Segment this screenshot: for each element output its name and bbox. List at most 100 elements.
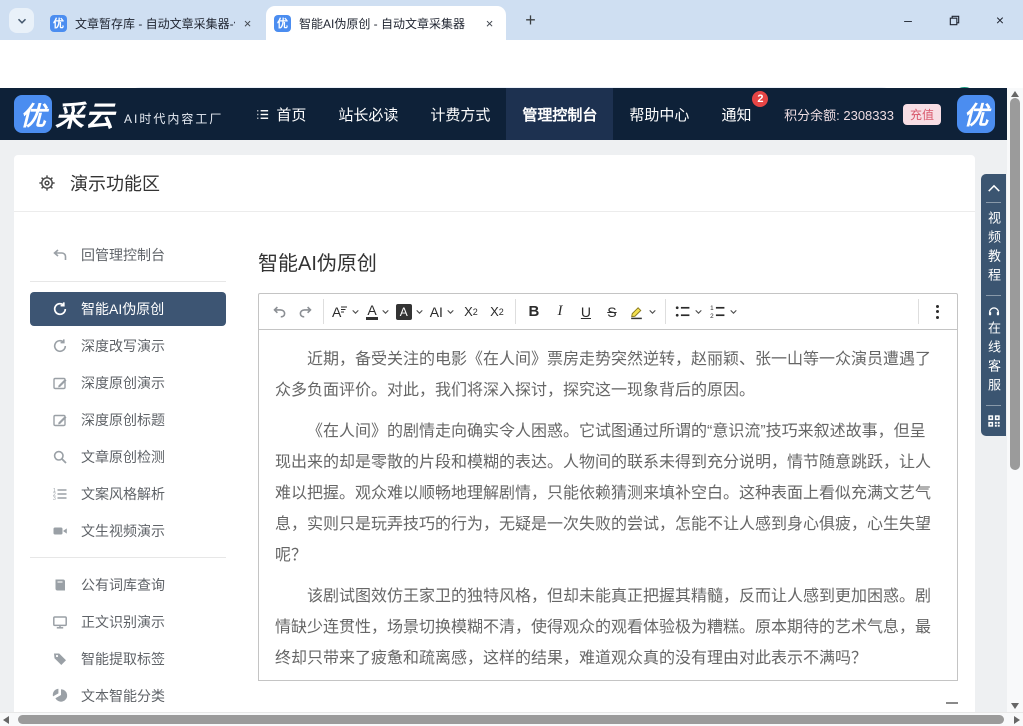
font-family-dropdown[interactable]: AI — [427, 298, 458, 326]
video-camera-icon — [52, 523, 68, 539]
toolbar-separator — [665, 299, 666, 324]
scroll-right-arrow[interactable] — [1014, 716, 1020, 724]
bullet-list-dropdown[interactable] — [671, 298, 706, 326]
nav-label: 通知 — [721, 104, 751, 125]
redo-button[interactable] — [292, 298, 318, 326]
nav-item-console[interactable]: 管理控制台 — [506, 88, 613, 140]
toolbar-more-button[interactable] — [924, 298, 950, 326]
close-window-button[interactable]: × — [977, 0, 1023, 40]
sidebar-item-body-recognition[interactable]: 正文识别演示 — [30, 605, 226, 639]
horizontal-scrollbar[interactable] — [0, 712, 1023, 726]
font-background-icon: A — [396, 304, 412, 320]
italic-button[interactable]: I — [547, 298, 573, 326]
svg-text:2: 2 — [710, 313, 714, 320]
chevron-down-icon — [648, 307, 657, 316]
font-size-dropdown[interactable]: A — [329, 298, 363, 326]
restore-button[interactable] — [931, 0, 977, 40]
online-service-button[interactable]: 在线客服 — [981, 321, 1006, 397]
main-nav: 首页 站长必读 计费方式 管理控制台 帮助中心 通知 2 — [239, 88, 767, 140]
chevron-up-icon[interactable] — [987, 183, 1001, 194]
sidebar-item-label: 深度改写演示 — [81, 336, 165, 356]
divider — [986, 202, 1001, 203]
tab-ai-rewrite[interactable]: 优 智能AI伪原创 - 自动文章采集器 × — [266, 6, 506, 40]
restore-icon — [948, 14, 961, 27]
chevron-down-icon — [694, 307, 703, 316]
sidebar-item-tag-extraction[interactable]: 智能提取标签 — [30, 642, 226, 676]
site-logo-text[interactable]: 采云 — [55, 93, 115, 135]
strikethrough-button[interactable]: S — [599, 298, 625, 326]
underline-button[interactable]: U — [573, 298, 599, 326]
scroll-left-arrow[interactable] — [3, 716, 9, 724]
sidebar-item-text-to-video[interactable]: 文生视频演示 — [30, 514, 226, 548]
sidebar-item-back-to-console[interactable]: 回管理控制台 — [30, 238, 226, 272]
sidebar-item-label: 文章原创检测 — [81, 447, 165, 467]
bold-button[interactable]: B — [521, 298, 547, 326]
user-avatar[interactable]: 优 — [957, 95, 995, 133]
vertical-scrollbar-thumb[interactable] — [1010, 98, 1020, 470]
svg-text:1: 1 — [710, 305, 714, 312]
video-tutorial-button[interactable]: 视频教程 — [981, 211, 1006, 287]
chevron-down-icon — [351, 307, 360, 316]
superscript-button[interactable]: X2 — [484, 298, 510, 326]
nav-item-home[interactable]: 首页 — [239, 88, 322, 140]
sidebar-item-public-lexicon[interactable]: 公有词库查询 — [30, 568, 226, 602]
nav-item-pricing[interactable]: 计费方式 — [414, 88, 506, 140]
sidebar-item-style-analysis[interactable]: 123 文案风格解析 — [30, 477, 226, 511]
divider — [986, 295, 1001, 296]
tab-search-button[interactable] — [9, 8, 34, 33]
sidebar-item-ai-rewrite[interactable]: 智能AI伪原创 — [30, 292, 226, 326]
editor-toolbar: A A A AI X2 X2 B — [258, 293, 958, 330]
nav-item-help[interactable]: 帮助中心 — [613, 88, 705, 140]
subscript-button[interactable]: X2 — [458, 298, 484, 326]
nav-label: 管理控制台 — [522, 104, 597, 125]
nav-label: 计费方式 — [430, 104, 490, 125]
editor-panel: 智能AI伪原创 A A A — [258, 247, 958, 681]
floating-side-panel: 视频教程 在线客服 — [981, 174, 1006, 436]
vertical-scrollbar[interactable] — [1007, 88, 1023, 712]
monitor-icon — [52, 614, 68, 630]
bullet-list-icon — [674, 303, 691, 320]
nav-item-must-read[interactable]: 站长必读 — [322, 88, 414, 140]
font-size-lines-icon — [340, 305, 348, 313]
sidebar-item-deep-original[interactable]: 深度原创演示 — [30, 366, 226, 400]
sidebar-item-deep-title[interactable]: 深度原创标题 — [30, 403, 226, 437]
book-icon — [52, 577, 68, 593]
new-tab-button[interactable]: + — [519, 9, 542, 32]
divider — [30, 557, 226, 558]
site-logo-icon[interactable]: 优 — [14, 95, 52, 133]
font-color-dropdown[interactable]: A — [363, 298, 392, 326]
divider — [30, 281, 226, 282]
recharge-button[interactable]: 充值 — [903, 104, 941, 125]
tab-favicon: 优 — [50, 15, 67, 32]
font-color-icon: A — [366, 303, 377, 320]
nav-label: 首页 — [276, 104, 306, 125]
qr-code-icon[interactable] — [987, 414, 1001, 428]
sidebar-item-text-classification[interactable]: 文本智能分类 — [30, 679, 226, 713]
tab-close-icon[interactable]: × — [481, 15, 498, 32]
sidebar-item-originality-check[interactable]: 文章原创检测 — [30, 440, 226, 474]
sidebar-item-deep-rewrite[interactable]: 深度改写演示 — [30, 329, 226, 363]
numbered-list-dropdown[interactable]: 12 — [706, 298, 741, 326]
toolbar-separator — [918, 299, 919, 324]
editor-resize-handle[interactable] — [946, 702, 958, 704]
site-header: 优 采云 AI时代内容工厂 首页 站长必读 计费方式 管理控制台 帮助中心 通知… — [0, 88, 1007, 140]
search-icon — [52, 449, 68, 465]
list-menu-icon — [255, 107, 270, 122]
scroll-up-arrow[interactable] — [1011, 91, 1019, 97]
horizontal-scrollbar-thumb[interactable] — [18, 715, 1004, 724]
scroll-down-arrow[interactable] — [1011, 703, 1019, 709]
font-background-dropdown[interactable]: A — [393, 298, 427, 326]
editor-content-area[interactable]: 近期，备受关注的电影《在人间》票房走势突然逆转，赵丽颖、张一山等一众演员遭遇了众… — [258, 330, 958, 681]
back-arrow-icon — [52, 247, 68, 263]
headset-icon — [987, 304, 1001, 318]
undo-icon — [271, 303, 288, 320]
sidebar: 回管理控制台 智能AI伪原创 深度改写演示 深度原创演示 深度原创标题 文 — [30, 238, 226, 716]
tab-close-icon[interactable]: × — [239, 15, 256, 32]
highlight-dropdown[interactable] — [625, 298, 660, 326]
minimize-button[interactable]: – — [885, 0, 931, 40]
nav-item-notifications[interactable]: 通知 2 — [705, 88, 767, 140]
undo-button[interactable] — [266, 298, 292, 326]
tab-article-store[interactable]: 优 文章暂存库 - 自动文章采集器-伪 × — [42, 6, 264, 40]
paragraph: 该剧试图效仿王家卫的独特风格，但却未能真正把握其精髓，反而让人感到更加困惑。剧情… — [275, 581, 941, 674]
chevron-down-icon — [15, 14, 29, 28]
